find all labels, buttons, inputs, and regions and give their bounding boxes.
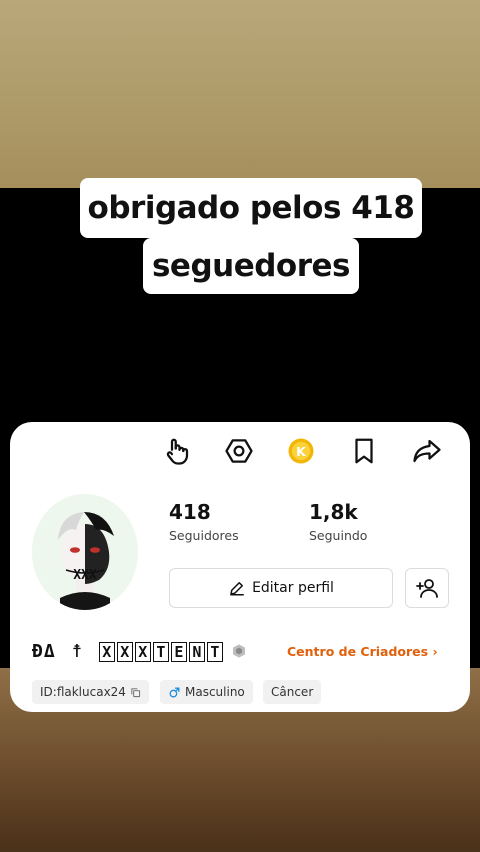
followers-label: Seguidores: [169, 528, 239, 543]
name-letter: T: [153, 641, 170, 662]
gender-text: Masculino: [185, 685, 245, 699]
coin-letter: K: [296, 444, 307, 459]
following-count: 1,8k: [309, 500, 358, 524]
name-letter: T: [207, 641, 224, 662]
hex-nut-icon[interactable]: [220, 432, 258, 470]
verified-hex-icon: [233, 644, 246, 658]
edit-profile-button[interactable]: Editar perfil: [169, 568, 393, 608]
pencil-icon: [230, 582, 244, 596]
profile-name-row: ÐΔ ☨ XXXTENT: [32, 638, 247, 664]
name-letter: X: [135, 641, 152, 662]
name-letter: E: [171, 641, 188, 662]
male-symbol-icon: [169, 687, 180, 697]
name-cross: ☨: [71, 640, 84, 662]
user-id-text: ID:flaklucax24: [40, 685, 126, 699]
caption-line-2: seguedores: [143, 238, 359, 294]
profile-card: K XXX 418 Seguidores 1,8k Seguindo Edita…: [10, 422, 470, 712]
name-prefix: ÐΔ: [32, 640, 56, 662]
background-top: [0, 0, 480, 188]
gold-coin-icon[interactable]: K: [282, 432, 320, 470]
user-id-tag[interactable]: ID:flaklucax24: [32, 680, 149, 704]
svg-text:XXX: XXX: [73, 568, 97, 583]
copy-icon[interactable]: [130, 687, 141, 698]
followers-stat[interactable]: 418 Seguidores: [169, 500, 239, 543]
creator-center-link[interactable]: Centro de Criadores ›: [287, 644, 438, 659]
gender-tag: Masculino: [160, 680, 253, 704]
zodiac-text: Câncer: [271, 685, 314, 699]
add-user-icon: [416, 579, 438, 598]
followers-count: 418: [169, 500, 211, 524]
name-letter: X: [99, 641, 116, 662]
avatar-illustration: XXX: [32, 494, 138, 610]
following-stat[interactable]: 1,8k Seguindo: [309, 500, 367, 543]
creator-center-label: Centro de Criadores: [287, 644, 429, 659]
name-letter: N: [189, 641, 206, 662]
bookmark-icon[interactable]: [345, 432, 383, 470]
zodiac-tag: Câncer: [263, 680, 322, 704]
profile-name: ÐΔ ☨ XXXTENT: [32, 641, 225, 662]
chevron-right-icon: ›: [432, 644, 438, 659]
add-friend-button[interactable]: [405, 568, 449, 608]
avatar[interactable]: XXX: [32, 494, 138, 610]
following-label: Seguindo: [309, 528, 368, 543]
caption-line-1: obrigado pelos 418: [80, 178, 422, 238]
share-icon[interactable]: [408, 432, 446, 470]
edit-profile-label: Editar perfil: [252, 580, 334, 596]
tap-hand-icon[interactable]: [158, 432, 196, 470]
name-letter: X: [117, 641, 134, 662]
